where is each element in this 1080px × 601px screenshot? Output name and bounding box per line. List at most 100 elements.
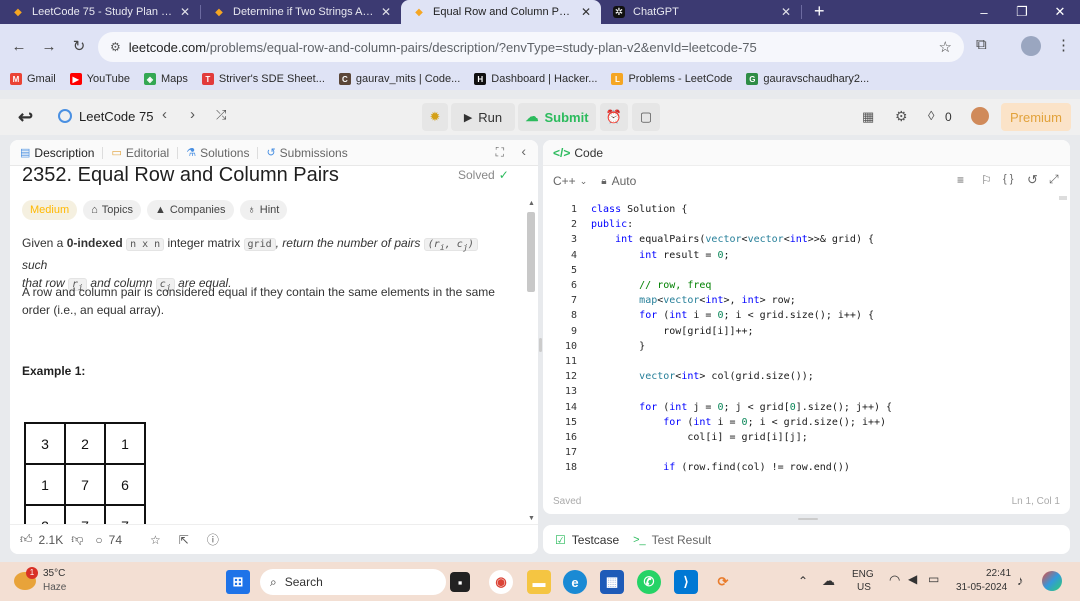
weather-temp[interactable]: 35°C: [43, 568, 65, 579]
browser-tab-chatgpt[interactable]: ✲ ChatGPT ✕: [601, 0, 801, 24]
thumbs-up-icon[interactable]: 👍︎: [20, 532, 33, 547]
line-text[interactable]: map<vector<int>, int> row;: [591, 293, 796, 308]
tab-submissions[interactable]: ↺ Submissions: [266, 146, 347, 160]
line-text[interactable]: if (row.find(col) != row.end()): [591, 460, 850, 475]
reload-icon[interactable]: ↻: [64, 31, 94, 61]
bookmark-hackerrank[interactable]: H Dashboard | Hacker...: [474, 73, 597, 85]
line-text[interactable]: row[grid[i]]++;: [591, 324, 753, 339]
wifi-icon[interactable]: ◠: [889, 572, 900, 588]
problem-title[interactable]: 2352. Equal Row and Column Pairs: [22, 166, 339, 187]
code-line[interactable]: 9 row[grid[i]]++;: [543, 324, 1070, 339]
line-text[interactable]: int result = 0;: [591, 248, 729, 263]
tab-solutions[interactable]: ⚗ Solutions: [186, 146, 249, 160]
braces-icon[interactable]: { }: [1003, 173, 1013, 185]
clock-time[interactable]: 22:41: [986, 568, 1011, 579]
code-line[interactable]: 14 for (int j = 0; j < grid[0].size(); j…: [543, 400, 1070, 415]
timer-icon[interactable]: ⏰: [600, 103, 628, 131]
battery-icon[interactable]: ▭: [928, 572, 939, 586]
bookmark-youtube[interactable]: ▶ YouTube: [69, 73, 130, 85]
back-arrow-icon[interactable]: ←: [4, 31, 34, 61]
expand-icon[interactable]: ⤢: [1049, 172, 1059, 187]
line-text[interactable]: int equalPairs(vector<vector<int>>& grid…: [591, 232, 874, 247]
window-close-button[interactable]: ✕: [1042, 0, 1078, 24]
chrome-icon[interactable]: ◉: [489, 570, 513, 594]
maximize-button[interactable]: ❐: [1004, 0, 1040, 24]
code-line[interactable]: 15 for (int i = 0; i < grid.size(); i++): [543, 415, 1070, 430]
bookmark-gmail[interactable]: M Gmail: [10, 73, 56, 85]
windows-start-icon[interactable]: ⊞: [226, 570, 250, 594]
run-button[interactable]: ▶ Run: [451, 103, 515, 131]
line-text[interactable]: col[i] = grid[i][j];: [591, 430, 807, 445]
favorite-star-icon[interactable]: ☆: [150, 533, 161, 547]
code-line[interactable]: 2 public:: [543, 217, 1070, 232]
code-line[interactable]: 4 int result = 0;: [543, 248, 1070, 263]
tray-chevron-up-icon[interactable]: ⌃: [798, 574, 808, 588]
user-avatar[interactable]: [971, 107, 989, 125]
bookmark-maps[interactable]: ◈ Maps: [143, 73, 188, 85]
vscode-icon[interactable]: ⟩: [674, 570, 698, 594]
panel-resize-handle[interactable]: [539, 338, 542, 352]
code-line[interactable]: 8 for (int i = 0; i < grid.size(); i++) …: [543, 308, 1070, 323]
minimize-button[interactable]: –: [966, 0, 1002, 24]
hint-pill[interactable]: ♁ Hint: [239, 200, 288, 220]
tab-editorial[interactable]: ▭ Editorial: [111, 146, 169, 160]
prev-problem-icon[interactable]: ‹: [162, 106, 167, 123]
close-icon[interactable]: ✕: [581, 5, 591, 19]
profile-avatar[interactable]: [1021, 36, 1041, 56]
editor-scrollbar[interactable]: [1059, 196, 1067, 200]
code-line[interactable]: 3 int equalPairs(vector<vector<int>>& gr…: [543, 232, 1070, 247]
collapse-panel-icon[interactable]: ‹: [521, 143, 526, 159]
shuffle-icon[interactable]: ⤮: [216, 107, 226, 123]
horizontal-resize-handle[interactable]: [798, 518, 818, 520]
code-line[interactable]: 17: [543, 445, 1070, 460]
code-line[interactable]: 6 // row, freq: [543, 278, 1070, 293]
code-line[interactable]: 18 if (row.find(col) != row.end()): [543, 460, 1070, 475]
close-icon[interactable]: ✕: [180, 5, 190, 19]
clock-date[interactable]: 31-05-2024: [956, 582, 1007, 593]
close-icon[interactable]: ✕: [381, 5, 391, 19]
browser-tab-leetcode-75[interactable]: ◆ LeetCode 75 - Study Plan - Leet ✕: [0, 0, 200, 24]
comment-icon[interactable]: ○: [95, 533, 102, 547]
reset-icon[interactable]: ↺: [1027, 172, 1038, 188]
browser-menu-icon[interactable]: ⋮: [1056, 36, 1071, 54]
line-text[interactable]: public:: [591, 217, 633, 232]
code-line[interactable]: 10 }: [543, 339, 1070, 354]
code-editor[interactable]: 1 class Solution {2 public: 3 int equalPair…: [543, 200, 1070, 478]
code-line[interactable]: 5: [543, 263, 1070, 278]
line-text[interactable]: // row, freq: [591, 278, 711, 293]
language-indicator[interactable]: ENG: [852, 569, 874, 580]
layout-grid-icon[interactable]: ▦: [862, 109, 874, 125]
code-line[interactable]: 7 map<vector<int>, int> row;: [543, 293, 1070, 308]
edge-icon[interactable]: e: [563, 570, 587, 594]
fullscreen-icon[interactable]: ⛶: [496, 145, 504, 160]
file-explorer-icon[interactable]: ▬: [527, 570, 551, 594]
auto-mode[interactable]: Auto: [612, 174, 637, 188]
study-plan-title[interactable]: LeetCode 75: [79, 109, 153, 124]
description-scrollbar[interactable]: ▲ ▼: [526, 200, 536, 522]
code-line[interactable]: 11: [543, 354, 1070, 369]
extensions-icon[interactable]: ⧉: [976, 36, 987, 53]
whatsapp-icon[interactable]: ✆: [637, 570, 661, 594]
code-line[interactable]: 1 class Solution {: [543, 202, 1070, 217]
browser-tab-determine-strings[interactable]: ◆ Determine if Two Strings Are Cl ✕: [201, 0, 401, 24]
topics-pill[interactable]: ⌂ Topics: [83, 200, 141, 220]
format-code-icon[interactable]: ≡: [957, 173, 964, 187]
code-line[interactable]: 12 vector<int> col(grid.size());: [543, 369, 1070, 384]
tab-testcase[interactable]: Testcase: [572, 533, 619, 547]
store-icon[interactable]: ▦: [600, 570, 624, 594]
line-text[interactable]: for (int j = 0; j < grid[0].size(); j++)…: [591, 400, 892, 415]
line-text[interactable]: vector<int> col(grid.size());: [591, 369, 814, 384]
address-bar[interactable]: ⚙ leetcode.com/problems/equal-row-and-co…: [98, 32, 964, 62]
help-icon[interactable]: ⓘ: [207, 531, 219, 548]
notification-bell-icon[interactable]: ♪: [1017, 573, 1024, 588]
leetcode-logo-icon[interactable]: ↩: [18, 107, 33, 128]
task-view-icon[interactable]: ▪: [450, 572, 470, 592]
line-text[interactable]: for (int i = 0; i < grid.size(); i++): [591, 415, 886, 430]
taskbar-search[interactable]: ⌕ Search: [260, 569, 446, 595]
debug-icon[interactable]: ✹: [422, 103, 448, 131]
copilot-icon[interactable]: [1042, 571, 1062, 591]
bookmark-striver[interactable]: T Striver's SDE Sheet...: [201, 73, 325, 85]
close-icon[interactable]: ✕: [781, 5, 791, 19]
next-problem-icon[interactable]: ›: [190, 106, 195, 123]
language-selector[interactable]: C++: [553, 174, 576, 188]
